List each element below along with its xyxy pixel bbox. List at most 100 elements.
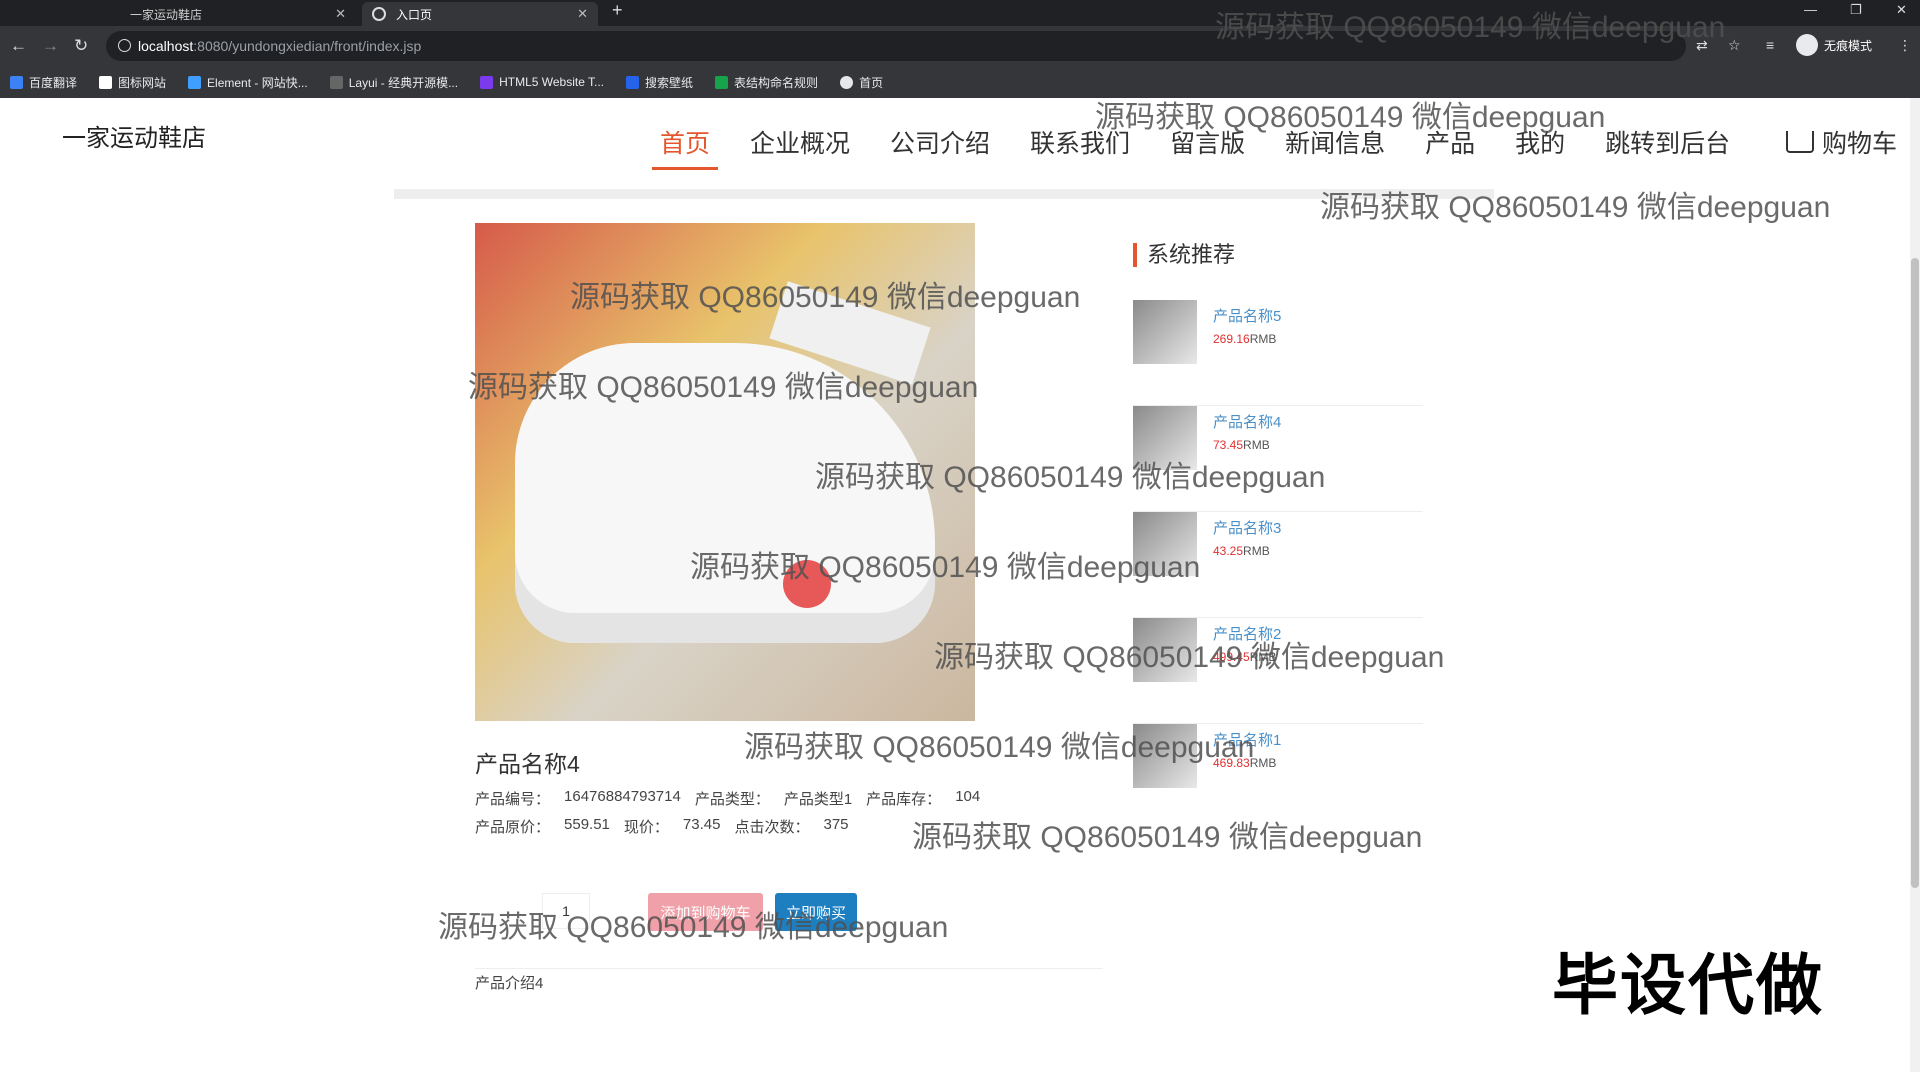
product-image (475, 223, 975, 721)
nav-item-news[interactable]: 新闻信息 (1285, 124, 1385, 160)
price-value: 73.45 (1213, 438, 1244, 452)
tab-strip: 一家运动鞋店 ✕ 入口页 ✕ + — ❐ ✕ (0, 0, 1920, 26)
recommend-item[interactable]: 产品名称3 43.25RMB (1133, 512, 1423, 618)
recommend-thumbnail[interactable] (1133, 724, 1197, 788)
price-unit: RMB (1249, 650, 1277, 664)
recommend-name[interactable]: 产品名称5 (1213, 305, 1281, 326)
recommend-name[interactable]: 产品名称1 (1213, 729, 1281, 750)
price-unit: RMB (1249, 332, 1277, 346)
tab-label: 一家运动鞋店 (130, 7, 203, 22)
bookmark-item[interactable]: 图标网站 (99, 74, 166, 91)
nav-item-guestbook[interactable]: 留言版 (1170, 124, 1245, 160)
forward-icon[interactable]: → (42, 36, 59, 56)
site-title[interactable]: 一家运动鞋店 (62, 118, 206, 153)
bookmark-label: 图标网站 (118, 75, 167, 90)
page-content: 一家运动鞋店 首页 企业概况 公司介绍 联系我们 留言版 新闻信息 产品 我的 … (0, 98, 1920, 1072)
original-price-value: 559.51 (564, 816, 610, 833)
bookmark-label: 搜索壁纸 (645, 75, 694, 90)
reading-list-icon[interactable]: ≡ (1766, 37, 1774, 53)
bookmark-item[interactable]: 首页 (840, 74, 883, 91)
reload-icon[interactable]: ↻ (74, 36, 88, 56)
recommend-price: 269.16RMB (1213, 332, 1276, 346)
star-icon[interactable]: ☆ (1728, 37, 1741, 54)
add-to-cart-button[interactable]: 添加到购物车 (648, 893, 763, 931)
translate-icon[interactable]: ⇄ (1696, 37, 1708, 54)
product-intro: 产品介绍4 (475, 975, 544, 992)
bookmark-label: Layui - 经典开源模... (348, 75, 459, 90)
close-icon[interactable]: ✕ (577, 6, 588, 22)
back-icon[interactable]: ← (10, 36, 27, 56)
current-price-label: 现价： (623, 819, 669, 836)
info-icon[interactable] (118, 39, 131, 52)
price-value: 269.16 (1213, 332, 1250, 346)
bookmark-item[interactable]: Layui - 经典开源模... (329, 74, 459, 91)
url-path: :8080/yundongxiedian/front/index.jsp (193, 38, 422, 54)
bookmark-item[interactable]: Element - 网站快... (188, 74, 308, 91)
recommend-thumbnail[interactable] (1133, 300, 1197, 364)
current-price-value: 73.45 (682, 816, 721, 833)
price-unit: RMB (1249, 756, 1277, 770)
bookmark-item[interactable]: 表结构命名规则 (715, 74, 818, 91)
recommend-thumbnail[interactable] (1133, 406, 1197, 470)
cart-link[interactable]: 购物车 (1786, 124, 1897, 160)
menu-icon[interactable]: ⋮ (1898, 37, 1912, 54)
buy-now-button[interactable]: 立即购买 (775, 893, 857, 931)
recommend-item[interactable]: 产品名称2 499.45RMB (1133, 618, 1423, 724)
bookmark-label: 百度翻译 (29, 75, 78, 90)
url-input[interactable]: localhost:8080/yundongxiedian/front/inde… (106, 31, 1686, 61)
recommend-item[interactable]: 产品名称4 73.45RMB (1133, 406, 1423, 512)
bookmark-label: 首页 (859, 75, 884, 90)
tab-shop[interactable]: 一家运动鞋店 ✕ (120, 2, 356, 26)
cart-label: 购物车 (1822, 130, 1898, 158)
product-type-value: 产品类型1 (783, 791, 853, 808)
recommend-name[interactable]: 产品名称3 (1213, 517, 1281, 538)
close-icon[interactable]: ✕ (335, 6, 346, 22)
bookmark-item[interactable]: 搜索壁纸 (626, 74, 693, 91)
close-window-icon[interactable]: ✕ (1896, 2, 1907, 18)
nav-item-mine[interactable]: 我的 (1515, 124, 1565, 160)
scrollbar-thumb[interactable] (1911, 258, 1919, 888)
recommend-name[interactable]: 产品名称4 (1213, 411, 1281, 432)
recommend-item[interactable]: 产品名称5 269.16RMB (1133, 300, 1423, 406)
bookmarks-bar: 百度翻译 图标网站 Element - 网站快... Layui - 经典开源模… (0, 66, 1920, 98)
recommend-thumbnail[interactable] (1133, 512, 1197, 576)
globe-icon (372, 7, 386, 21)
price-value: 499.45 (1213, 650, 1250, 664)
product-stock-value: 104 (955, 788, 981, 805)
bookmark-item[interactable]: 百度翻译 (10, 74, 77, 91)
nav-item-overview[interactable]: 企业概况 (750, 124, 850, 160)
incognito-indicator[interactable]: 无痕模式 (1796, 34, 1872, 56)
recommend-price: 43.25RMB (1213, 544, 1270, 558)
nav-item-about[interactable]: 公司介绍 (890, 124, 990, 160)
product-type-label: 产品类型： (694, 791, 770, 808)
quantity-input[interactable]: 1 (542, 893, 590, 929)
bookmark-label: HTML5 Website T... (499, 75, 605, 89)
product-info-row-2: 产品原价： 559.51 现价： 73.45 点击次数： 375 (475, 816, 863, 837)
recommend-item[interactable]: 产品名称1 469.83RMB (1133, 724, 1423, 830)
recommend-name[interactable]: 产品名称2 (1213, 623, 1281, 644)
price-unit: RMB (1243, 438, 1270, 452)
bookmark-icon (480, 75, 494, 89)
nav-item-home[interactable]: 首页 (651, 124, 719, 170)
product-id-value: 16476884793714 (564, 788, 681, 805)
bookmark-icon (329, 75, 343, 89)
nav-item-admin[interactable]: 跳转到后台 (1605, 124, 1730, 160)
page-scrollbar[interactable] (1910, 98, 1920, 1072)
bookmark-label: 表结构命名规则 (734, 75, 819, 90)
bookmark-icon (188, 75, 202, 89)
recommend-price: 499.45RMB (1213, 650, 1276, 664)
new-tab-button[interactable]: + (612, 0, 623, 21)
bookmark-icon (715, 75, 729, 89)
minimize-icon[interactable]: — (1804, 2, 1817, 17)
product-info-row-1: 产品编号： 16476884793714 产品类型： 产品类型1 产品库存： 104 (475, 788, 994, 809)
address-bar-row: ← → ↻ localhost:8080/yundongxiedian/fron… (0, 26, 1920, 66)
product-stock-label: 产品库存： (866, 791, 942, 808)
nav-item-contact[interactable]: 联系我们 (1030, 124, 1130, 160)
click-count-value: 375 (823, 816, 849, 833)
restore-icon[interactable]: ❐ (1850, 2, 1862, 18)
recommend-thumbnail[interactable] (1133, 618, 1197, 682)
bookmark-item[interactable]: HTML5 Website T... (480, 75, 604, 89)
tab-entry[interactable]: 入口页 ✕ (362, 2, 598, 26)
header-divider (394, 189, 1494, 199)
nav-item-products[interactable]: 产品 (1425, 124, 1475, 160)
